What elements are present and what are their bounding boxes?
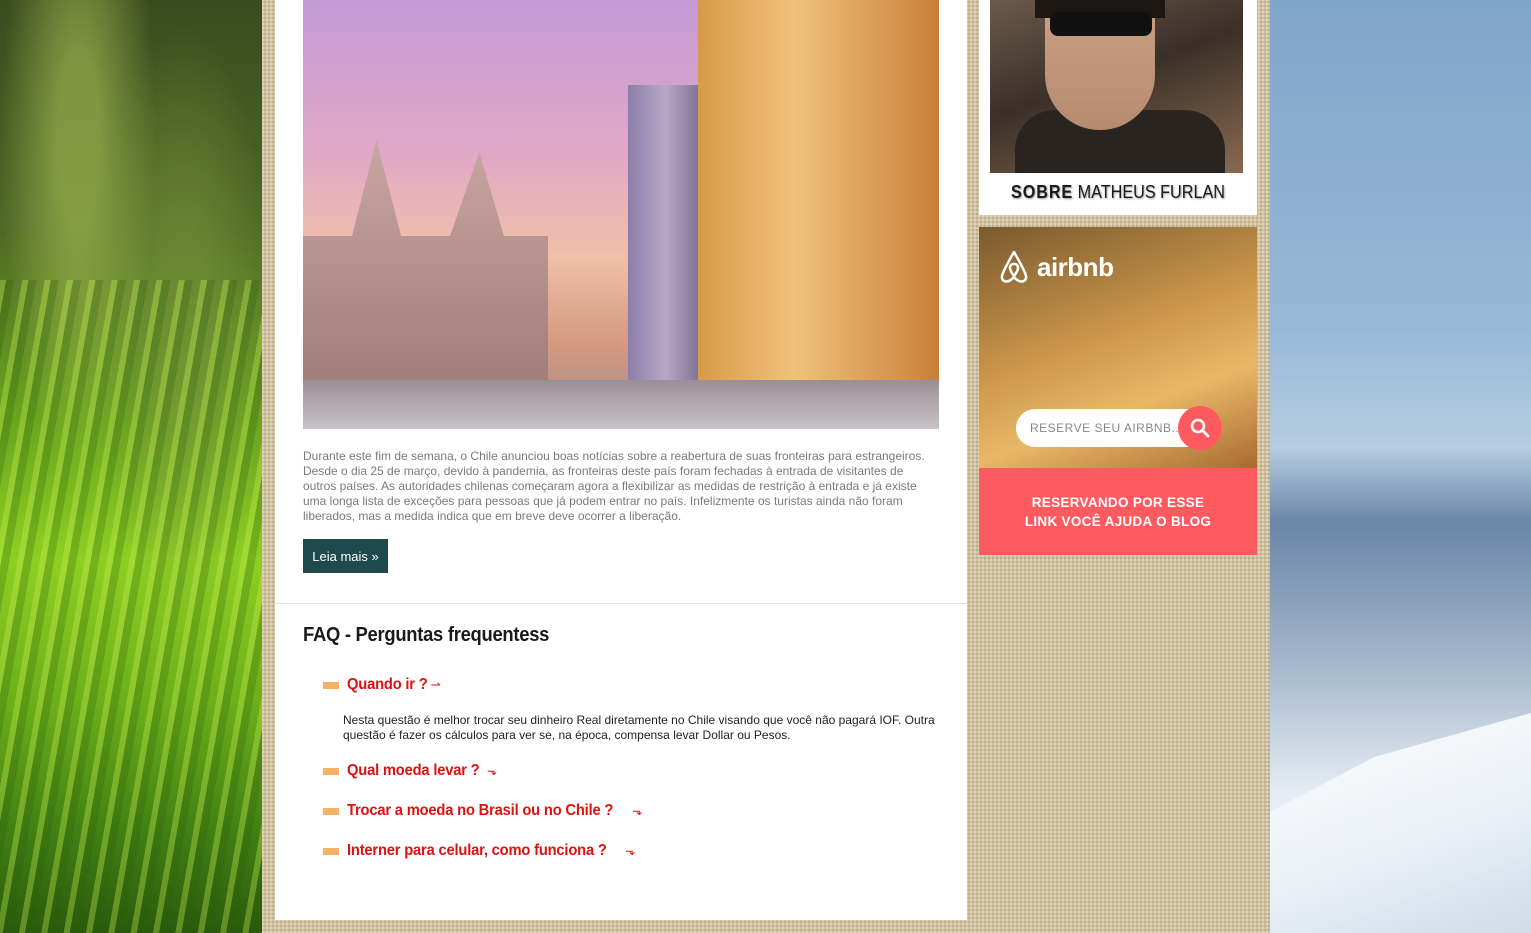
hero-street — [303, 380, 939, 429]
search-icon[interactable] — [1178, 406, 1222, 450]
faq-question[interactable]: Qual moeda levar ? — [347, 762, 480, 780]
airbnb-banner: RESERVANDO POR ESSE LINK VOCÊ AJUDA O BL… — [979, 468, 1257, 555]
faq-item[interactable]: Trocar a moeda no Brasil ou no Chile ? ⬎ — [323, 802, 642, 820]
faq-item[interactable]: Qual moeda levar ? ⬎ — [323, 762, 497, 780]
airbnb-brand: airbnb — [1037, 251, 1114, 282]
airbnb-icon — [1000, 250, 1028, 283]
airbnb-ad[interactable]: airbnb RESERVE SEU AIRBNB... RESERVANDO … — [979, 227, 1257, 555]
faq-question[interactable]: Interner para celular, como funciona ? — [347, 842, 607, 860]
airbnb-search-placeholder: RESERVE SEU AIRBNB... — [1030, 421, 1183, 435]
about-caption[interactable]: SOBRE MATHEUS FURLAN — [993, 182, 1243, 203]
airbnb-logo: airbnb — [997, 249, 1114, 285]
airbnb-search[interactable]: RESERVE SEU AIRBNB... — [1016, 406, 1222, 450]
airbnb-banner-line1: RESERVANDO POR ESSE — [1031, 494, 1205, 510]
photo-sunglasses — [1050, 12, 1152, 36]
background-grass — [0, 0, 262, 933]
author-photo[interactable] — [990, 0, 1243, 173]
faq-bullet — [323, 807, 339, 815]
hero-cathedral — [303, 140, 548, 380]
article-excerpt: Durante este fim de semana, o Chile anun… — [303, 449, 925, 523]
arrow-icon: ⬎ — [625, 844, 636, 858]
author-name: MATHEUS FURLAN — [1077, 182, 1225, 202]
arrow-icon: ⬎ — [632, 804, 643, 818]
arrow-icon: ⬎ — [487, 764, 498, 778]
read-more-button[interactable]: Leia mais » — [303, 539, 388, 573]
hero-palace — [698, 0, 939, 400]
hero-tower — [628, 85, 703, 385]
faq-item[interactable]: Interner para celular, como funciona ? ⬎ — [323, 842, 635, 860]
faq-question[interactable]: Quando ir ? — [347, 676, 428, 694]
faq-title: FAQ - Perguntas frequentess — [303, 624, 550, 646]
faq-bullet — [323, 847, 339, 855]
faq-question[interactable]: Trocar a moeda no Brasil ou no Chile ? — [347, 802, 613, 820]
about-label: SOBRE — [1011, 182, 1074, 202]
airbnb-banner-line2: LINK VOCÊ AJUDA O BLOG — [1024, 513, 1212, 529]
article-hero-image[interactable] — [303, 0, 939, 429]
faq-item[interactable]: Quando ir ? ⇀ — [323, 676, 441, 694]
background-mountains — [1270, 0, 1531, 933]
faq-bullet — [323, 767, 339, 775]
faq-bullet — [323, 681, 339, 689]
arrow-icon: ⇀ — [430, 678, 441, 692]
background-snow — [1270, 713, 1531, 933]
section-divider — [275, 603, 967, 604]
faq-answer: Nesta questão é melhor trocar seu dinhei… — [343, 713, 935, 742]
